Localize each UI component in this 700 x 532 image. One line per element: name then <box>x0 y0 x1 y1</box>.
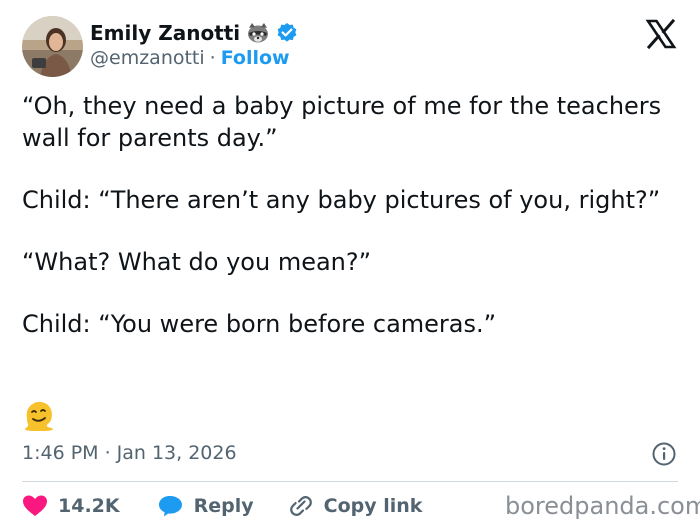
follow-button[interactable]: Follow <box>221 47 290 69</box>
handle-row: @emzanotti · Follow <box>90 47 290 69</box>
watermark: boredpanda.com <box>505 492 700 520</box>
like-button[interactable]: 14.2K <box>22 494 120 518</box>
author-name[interactable]: Emily Zanotti <box>90 21 240 45</box>
divider <box>22 481 678 482</box>
reply-button[interactable]: Reply <box>158 494 254 518</box>
melting-face-icon <box>22 398 56 432</box>
heart-icon <box>23 495 47 516</box>
likes-count: 14.2K <box>58 495 120 517</box>
reply-bubble-icon <box>158 496 182 517</box>
tweet-paragraph: “Oh, they need a baby picture of me for … <box>22 92 662 152</box>
author-name-row: Emily Zanotti <box>90 20 298 46</box>
tweet-body: “Oh, they need a baby picture of me for … <box>22 90 672 370</box>
copy-link-button[interactable]: Copy link <box>288 494 423 518</box>
timestamp-separator: · <box>104 442 111 464</box>
tweet-paragraph: “What? What do you mean?” <box>22 248 372 276</box>
avatar-photo <box>22 16 83 77</box>
raccoon-icon <box>246 22 270 44</box>
x-logo-icon[interactable] <box>645 18 677 50</box>
tweet-time: 1:46 PM <box>22 442 99 464</box>
reply-label: Reply <box>193 495 254 517</box>
verified-badge-icon <box>276 22 298 44</box>
tweet-paragraph: Child: “There aren’t any baby pictures o… <box>22 186 661 214</box>
author-handle[interactable]: @emzanotti <box>90 47 205 69</box>
info-icon[interactable] <box>651 441 677 467</box>
link-icon <box>289 496 312 516</box>
tweet-date: Jan 13, 2026 <box>116 442 237 464</box>
handle-separator: · <box>209 47 216 69</box>
tweet-actions: 14.2K Reply Copy link <box>22 490 422 522</box>
avatar[interactable] <box>22 16 83 77</box>
copy-link-label: Copy link <box>323 495 423 517</box>
timestamp[interactable]: 1:46 PM · Jan 13, 2026 <box>22 438 237 468</box>
tweet-paragraph: Child: “You were born before cameras.” <box>22 310 497 338</box>
